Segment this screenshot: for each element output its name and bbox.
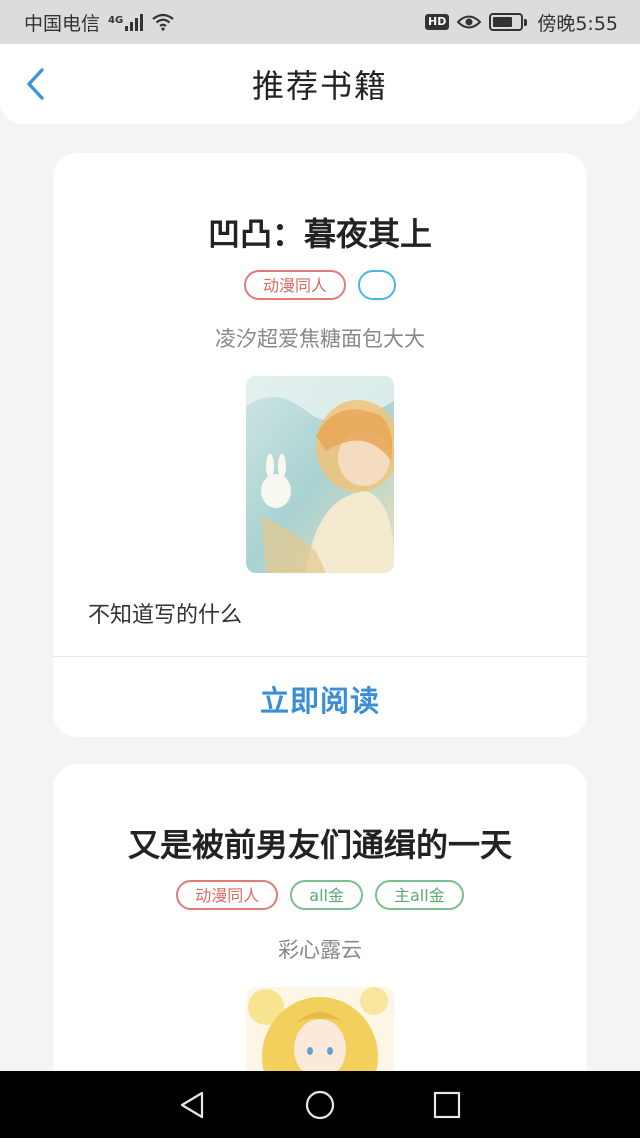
book-title: 凹凸：暮夜其上 [207,215,432,253]
page-title: 推荐书籍 [251,67,388,105]
book-card[interactable]: 又是被前男友们通缉的一天 动漫同人 all金 主all金 彩心露云 [53,764,587,1104]
battery-icon [489,13,528,31]
hd-icon: HD [424,14,450,30]
tag: all金 [290,880,363,910]
book-description: 不知道写的什么 [88,603,243,628]
book-card[interactable]: 凹凸：暮夜其上 动漫同人 凌汐超爱焦糖面包大大 不知道写的什么 立即阅读 [53,153,587,737]
divider [53,656,587,657]
network-type: 4G [108,14,124,26]
status-left: 中国电信 4G [24,9,175,36]
circle-home-icon [305,1090,335,1119]
carrier-name: 中国电信 [24,12,101,35]
tag-list: 动漫同人 all金 主all金 [53,880,587,910]
status-bar: 中国电信 4G HD 傍晚5:55 [0,0,640,44]
tag-list: 动漫同人 [53,270,587,300]
header: 推荐书籍 [0,44,640,124]
status-right: HD 傍晚5:55 [424,9,618,36]
nav-home-button[interactable] [300,1085,340,1125]
wifi-icon [152,13,174,31]
book-title: 又是被前男友们通缉的一天 [127,826,512,864]
system-nav-bar [0,1071,640,1138]
square-recents-icon [433,1091,460,1118]
book-cover-image[interactable] [246,376,394,573]
book-author: 彩心露云 [278,938,362,962]
book-author: 凌汐超爱焦糖面包大大 [215,327,425,351]
tag: 动漫同人 [243,270,346,300]
nav-recents-button[interactable] [427,1085,467,1125]
read-now-button[interactable]: 立即阅读 [53,678,587,720]
tag: 主all金 [375,880,464,910]
nav-back-button[interactable] [173,1085,213,1125]
tag [358,270,396,300]
chevron-left-icon [27,68,44,100]
back-button[interactable] [18,66,54,102]
eye-icon [457,15,482,29]
status-time: 傍晚5:55 [537,12,618,35]
tag: 动漫同人 [176,880,279,910]
triangle-back-icon [181,1091,204,1118]
signal-icon [125,13,144,31]
